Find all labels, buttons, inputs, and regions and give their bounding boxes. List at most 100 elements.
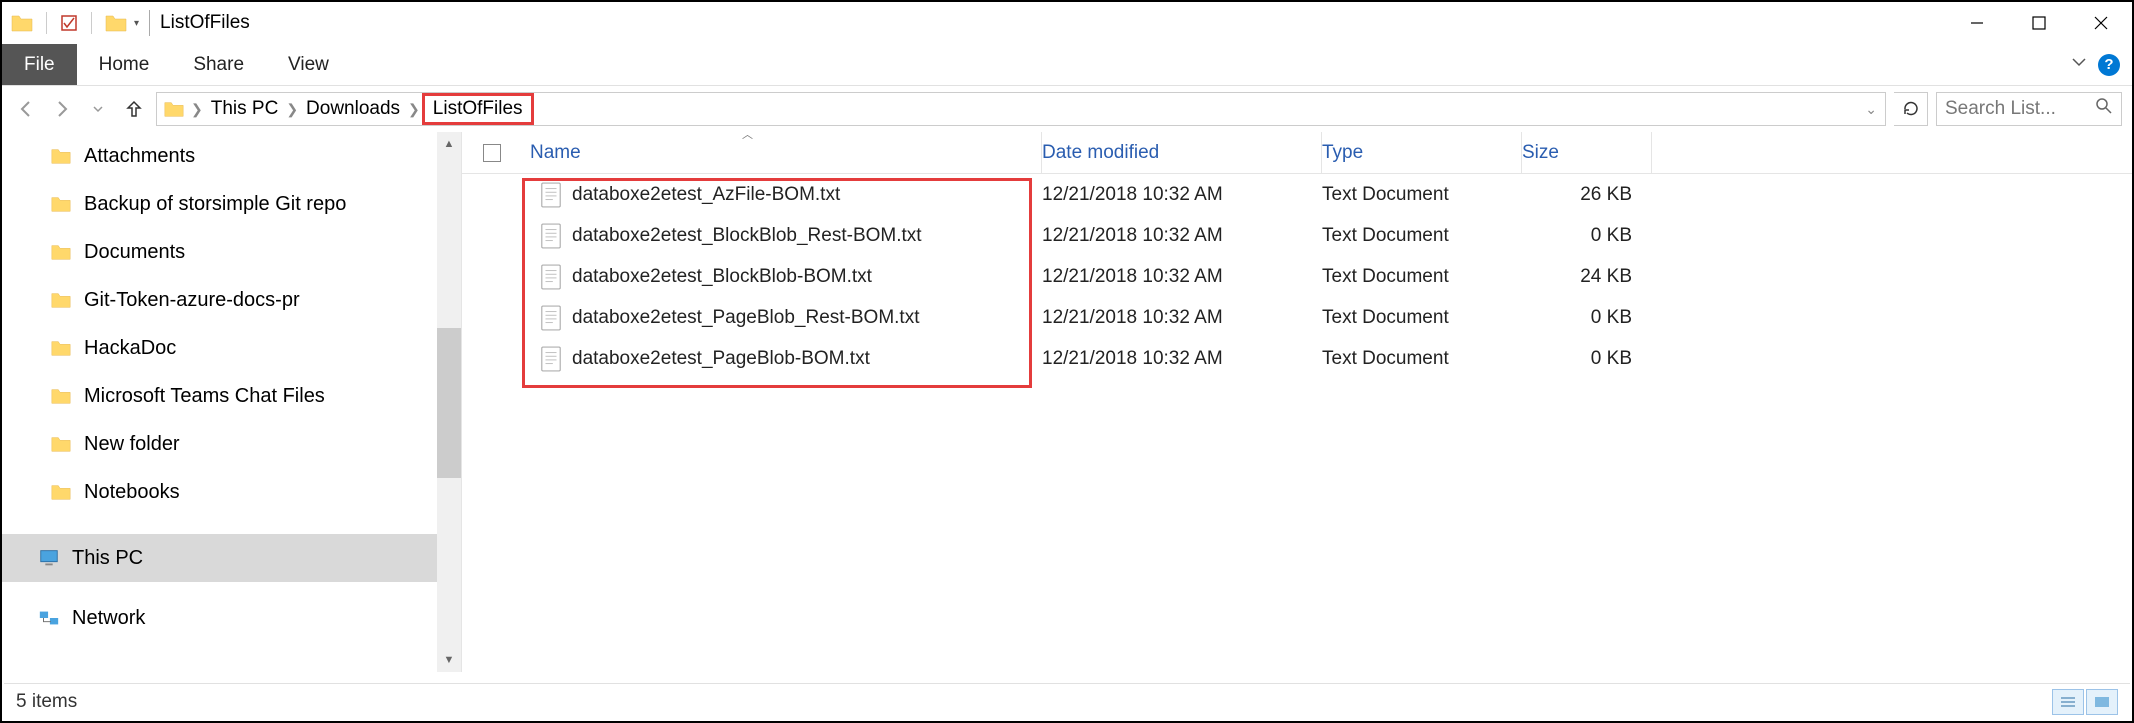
up-button[interactable] xyxy=(120,95,148,123)
maximize-button[interactable] xyxy=(2008,2,2070,44)
folder-icon xyxy=(50,433,72,455)
address-dropdown-icon[interactable]: ⌄ xyxy=(1863,101,1879,118)
details-view-button[interactable] xyxy=(2052,689,2084,715)
navpane-label: Git-Token-azure-docs-pr xyxy=(84,289,300,312)
status-bar: 5 items xyxy=(4,683,2130,719)
back-button[interactable] xyxy=(12,95,40,123)
folder-icon xyxy=(104,11,128,35)
file-row[interactable]: databoxe2etest_BlockBlob_Rest-BOM.txt 12/… xyxy=(462,215,2132,256)
select-all-checkbox[interactable] xyxy=(462,144,522,162)
chevron-right-icon[interactable]: ❯ xyxy=(406,101,422,118)
file-date: 12/21/2018 10:32 AM xyxy=(1042,348,1322,370)
file-row[interactable]: databoxe2etest_PageBlob-BOM.txt 12/21/201… xyxy=(462,338,2132,379)
file-date: 12/21/2018 10:32 AM xyxy=(1042,184,1322,206)
file-date: 12/21/2018 10:32 AM xyxy=(1042,225,1322,247)
navpane-label: Microsoft Teams Chat Files xyxy=(84,385,325,408)
search-placeholder: Search List... xyxy=(1945,98,2056,120)
navpane-label: Backup of storsimple Git repo xyxy=(84,193,346,216)
file-name: databoxe2etest_PageBlob_Rest-BOM.txt xyxy=(572,307,919,329)
file-type: Text Document xyxy=(1322,184,1522,206)
pc-icon xyxy=(38,547,60,569)
file-name: databoxe2etest_BlockBlob_Rest-BOM.txt xyxy=(572,225,922,247)
separator xyxy=(149,10,150,36)
breadcrumb-downloads[interactable]: Downloads xyxy=(300,98,406,120)
file-row[interactable]: databoxe2etest_PageBlob_Rest-BOM.txt12/2… xyxy=(462,297,2132,338)
folder-icon xyxy=(50,241,72,263)
folder-icon xyxy=(50,385,72,407)
separator xyxy=(91,12,92,34)
folder-icon xyxy=(50,337,72,359)
navpane-folder[interactable]: Documents xyxy=(2,228,461,276)
column-name[interactable]: Name ︿ xyxy=(522,132,1042,173)
text-file-icon xyxy=(540,223,562,249)
file-size: 0 KB xyxy=(1522,225,1652,247)
navpane-folder[interactable]: Microsoft Teams Chat Files xyxy=(2,372,461,420)
navpane-label: Documents xyxy=(84,241,185,264)
qat-dropdown-icon[interactable]: ▾ xyxy=(134,18,139,29)
navpane-folder[interactable]: HackaDoc xyxy=(2,324,461,372)
navpane-this-pc[interactable]: This PC xyxy=(2,534,461,582)
file-type: Text Document xyxy=(1322,307,1522,329)
scroll-down-icon[interactable]: ▼ xyxy=(437,648,461,672)
tab-home[interactable]: Home xyxy=(77,44,172,85)
navpane-label: Attachments xyxy=(84,145,195,168)
file-size: 0 KB xyxy=(1522,348,1652,370)
navpane-folder[interactable]: Notebooks xyxy=(2,468,461,516)
minimize-button[interactable] xyxy=(1946,2,2008,44)
folder-icon xyxy=(50,481,72,503)
navpane-folder[interactable]: Backup of storsimple Git repo xyxy=(2,180,461,228)
sort-asc-icon: ︿ xyxy=(742,126,753,142)
status-text: 5 items xyxy=(16,691,77,713)
scrollbar-thumb[interactable] xyxy=(437,328,461,478)
breadcrumb-this-pc[interactable]: This PC xyxy=(205,98,285,120)
breadcrumb-listoffiles[interactable]: ListOfFiles xyxy=(422,93,534,125)
navpane-label: HackaDoc xyxy=(84,337,176,360)
main-area: Attachments Backup of storsimple Git repo… xyxy=(2,132,2132,672)
folder-icon xyxy=(50,193,72,215)
file-tab[interactable]: File xyxy=(2,44,77,85)
address-bar[interactable]: ❯ This PC ❯ Downloads ❯ ListOfFiles ⌄ xyxy=(156,92,1886,126)
file-name: databoxe2etest_PageBlob-BOM.txt xyxy=(572,348,870,370)
forward-button[interactable] xyxy=(48,95,76,123)
title-bar: ▾ ListOfFiles xyxy=(2,2,2132,44)
file-row[interactable]: databoxe2etest_AzFile-BOM.txt 12/21/2018 … xyxy=(462,174,2132,215)
file-name: databoxe2etest_AzFile-BOM.txt xyxy=(572,184,840,206)
column-date[interactable]: Date modified xyxy=(1042,132,1322,173)
properties-icon[interactable] xyxy=(59,13,79,33)
ribbon-tabs: File Home Share View ? xyxy=(2,44,2132,86)
file-row[interactable]: databoxe2etest_BlockBlob-BOM.txt12/21/20… xyxy=(462,256,2132,297)
navigation-pane: Attachments Backup of storsimple Git repo… xyxy=(2,132,462,672)
chevron-right-icon[interactable]: ❯ xyxy=(284,101,300,118)
icons-view-button[interactable] xyxy=(2086,689,2118,715)
file-size: 0 KB xyxy=(1522,307,1652,329)
text-file-icon xyxy=(540,264,562,290)
tab-view[interactable]: View xyxy=(266,44,351,85)
tab-share[interactable]: Share xyxy=(171,44,266,85)
file-name: databoxe2etest_BlockBlob-BOM.txt xyxy=(572,266,872,288)
scroll-up-icon[interactable]: ▲ xyxy=(437,132,461,156)
window-title: ListOfFiles xyxy=(160,12,250,34)
navpane-network[interactable]: Network xyxy=(2,594,461,642)
search-icon xyxy=(2095,97,2113,121)
view-buttons xyxy=(2052,689,2118,715)
column-type[interactable]: Type xyxy=(1322,132,1522,173)
separator xyxy=(46,12,47,34)
file-list: Name ︿ Date modified Type Size databoxe2… xyxy=(462,132,2132,672)
navpane-folder[interactable]: Attachments xyxy=(2,132,461,180)
refresh-button[interactable] xyxy=(1894,92,1928,126)
folder-icon xyxy=(50,289,72,311)
chevron-right-icon[interactable]: ❯ xyxy=(189,101,205,118)
close-button[interactable] xyxy=(2070,2,2132,44)
ribbon-collapse-icon[interactable] xyxy=(2070,53,2088,76)
folder-icon xyxy=(10,11,34,35)
search-input[interactable]: Search List... xyxy=(1936,92,2122,126)
column-label: Name xyxy=(530,142,581,164)
help-button[interactable]: ? xyxy=(2098,54,2120,76)
folder-icon xyxy=(50,145,72,167)
navpane-folder[interactable]: New folder xyxy=(2,420,461,468)
navpane-folder[interactable]: Git-Token-azure-docs-pr xyxy=(2,276,461,324)
column-size[interactable]: Size xyxy=(1522,132,1652,173)
file-size: 26 KB xyxy=(1522,184,1652,206)
text-file-icon xyxy=(540,305,562,331)
history-dropdown-icon[interactable] xyxy=(84,95,112,123)
